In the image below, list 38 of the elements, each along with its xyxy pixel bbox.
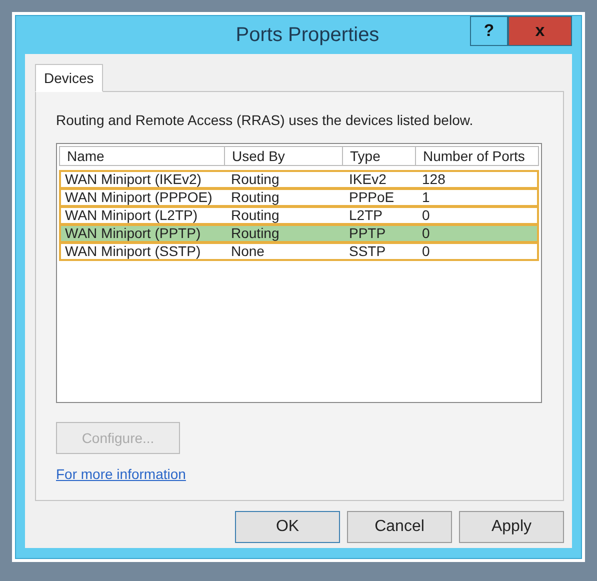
table-cell-text: 0	[421, 226, 431, 241]
table-cell-text: Routing	[230, 190, 280, 205]
table-cell-text: Routing	[230, 226, 280, 241]
column-header[interactable]: Number of Ports	[416, 146, 539, 166]
table-cell-text: 0	[421, 208, 431, 223]
dialog-button[interactable]: Cancel	[347, 511, 452, 543]
table-cell-text: WAN Miniport (SSTP)	[64, 244, 202, 259]
table-row[interactable]: WAN Miniport (IKEv2) Routing IKEv2 128	[59, 170, 539, 189]
table-row[interactable]: WAN Miniport (PPPOE) Routing PPPoE 1	[59, 188, 539, 207]
table-cell-text: 1	[421, 190, 431, 205]
column-header[interactable]: Used By	[225, 146, 343, 166]
table-cell-text: WAN Miniport (L2TP)	[64, 208, 199, 223]
tab[interactable]: Devices	[35, 64, 103, 92]
dialog-button[interactable]: Apply	[459, 511, 564, 543]
table-cell-text: SSTP	[348, 244, 387, 259]
info-link[interactable]: For more information	[56, 466, 186, 482]
table-cell-text: 0	[421, 244, 431, 259]
table-cell-text: PPTP	[348, 226, 387, 241]
table-cell-text: WAN Miniport (PPTP)	[64, 226, 202, 241]
window-title: Ports Properties	[234, 23, 380, 47]
help-button[interactable]: ?	[470, 16, 508, 46]
table-row[interactable]: WAN Miniport (L2TP) Routing L2TP 0	[59, 206, 539, 225]
table-row[interactable]: WAN Miniport (PPTP) Routing PPTP 0	[59, 224, 539, 243]
table-cell-text: IKEv2	[348, 172, 388, 187]
description-text: Routing and Remote Access (RRAS) uses the devices listed below.	[56, 112, 474, 128]
table-cell-text: None	[230, 244, 266, 259]
dialog-button[interactable]: OK	[235, 511, 340, 543]
table-cell-text: WAN Miniport (IKEv2)	[64, 172, 202, 187]
column-header[interactable]: Name	[59, 146, 225, 166]
table-cell-text: PPPoE	[348, 190, 396, 205]
table-cell-text: Routing	[230, 172, 280, 187]
column-header[interactable]: Type	[343, 146, 416, 166]
table-row[interactable]: WAN Miniport (SSTP) None SSTP 0	[59, 242, 539, 261]
close-button[interactable]: x	[508, 16, 572, 46]
table-cell-text: 128	[421, 172, 446, 187]
table-cell-text: L2TP	[348, 208, 384, 223]
table-cell-text: Routing	[230, 208, 280, 223]
table-cell-text: WAN Miniport (PPPOE)	[64, 190, 214, 205]
